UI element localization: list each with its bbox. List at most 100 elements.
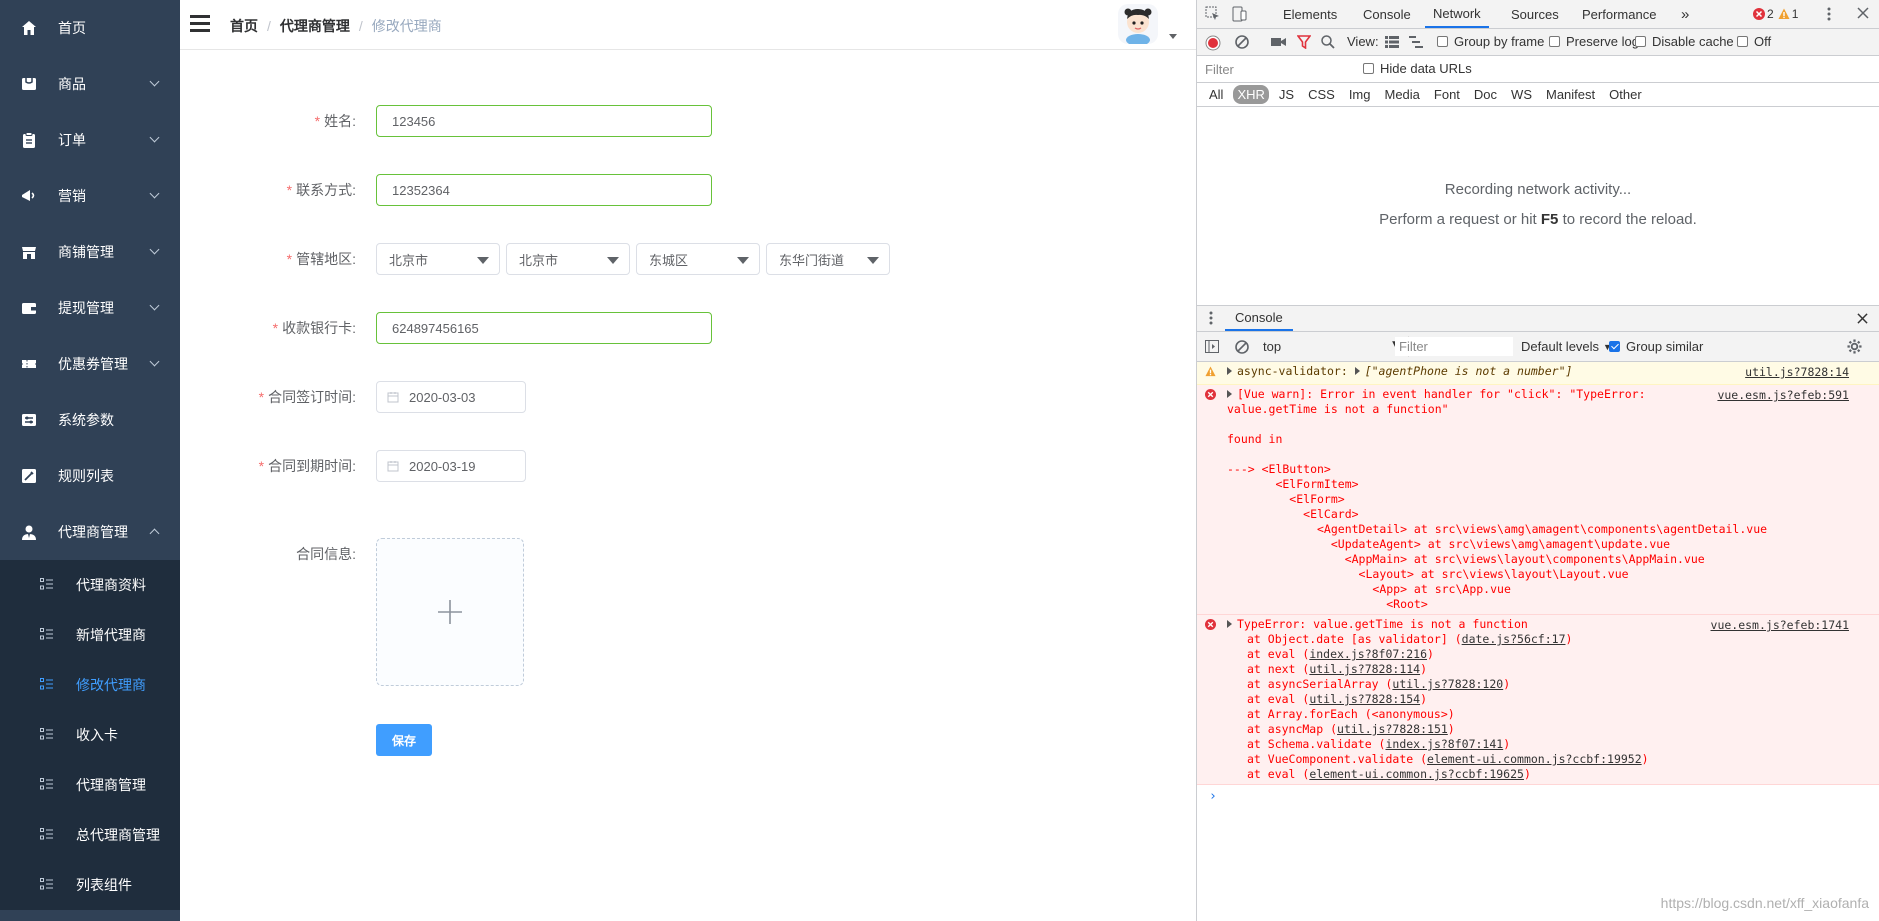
- console-warning-message[interactable]: async-validator: ["agentPhone is not a n…: [1197, 362, 1879, 385]
- submenu-item-1[interactable]: 新增代理商: [0, 610, 180, 660]
- sidebar-toggle-icon[interactable]: [1205, 340, 1219, 353]
- sidebar-item-1[interactable]: 商品: [0, 56, 180, 112]
- type-filter-img[interactable]: Img: [1345, 85, 1375, 104]
- tab-network[interactable]: Network: [1425, 0, 1489, 28]
- error-counter[interactable]: 2 1: [1753, 7, 1798, 21]
- close-drawer-icon[interactable]: [1857, 313, 1868, 324]
- search-icon[interactable]: [1321, 35, 1335, 49]
- name-input[interactable]: 123456: [376, 105, 712, 137]
- expand-triangle-icon[interactable]: [1227, 620, 1232, 628]
- type-filter-all[interactable]: All: [1205, 85, 1227, 104]
- tab-elements[interactable]: Elements: [1283, 0, 1337, 28]
- stack-frame-link[interactable]: element-ui.common.js?ccbf:19625: [1309, 767, 1524, 781]
- console-filter-input[interactable]: Filter: [1395, 337, 1513, 356]
- drawer-tab-console[interactable]: Console: [1225, 306, 1293, 331]
- filter-funnel-icon[interactable]: [1297, 35, 1311, 49]
- close-devtools-icon[interactable]: [1857, 7, 1869, 19]
- stack-frame-link[interactable]: util.js?7828:120: [1392, 677, 1503, 691]
- submenu-item-2[interactable]: 修改代理商: [0, 660, 180, 710]
- typeerror-source-link[interactable]: vue.esm.js?efeb:1741: [1711, 618, 1849, 633]
- stack-frame-link[interactable]: util.js?7828:154: [1309, 692, 1420, 706]
- network-filter-input[interactable]: Filter: [1201, 60, 1353, 78]
- type-filter-media[interactable]: Media: [1380, 85, 1423, 104]
- type-filter-ws[interactable]: WS: [1507, 85, 1536, 104]
- large-rows-icon[interactable]: [1385, 36, 1399, 48]
- expand-triangle-icon[interactable]: [1227, 390, 1232, 398]
- warning-source-link[interactable]: util.js?7828:14: [1745, 365, 1849, 380]
- expand-triangle-icon[interactable]: [1227, 367, 1232, 375]
- tab-sources[interactable]: Sources: [1511, 0, 1559, 28]
- type-filter-xhr[interactable]: XHR: [1233, 85, 1269, 104]
- city-select[interactable]: 北京市: [506, 243, 630, 275]
- submenu-item-5[interactable]: 总代理商管理: [0, 810, 180, 860]
- save-button[interactable]: 保存: [376, 724, 432, 756]
- submenu-item-3[interactable]: 收入卡: [0, 710, 180, 760]
- more-tabs-button[interactable]: »: [1681, 0, 1689, 28]
- devtools-panel: Elements Console Network Sources Perform…: [1196, 0, 1879, 921]
- network-empty-state: Recording network activity... Perform a …: [1197, 107, 1879, 305]
- console-error-typeerror[interactable]: TypeError: value.getTime is not a functi…: [1197, 615, 1879, 785]
- console-error-vue-warn[interactable]: [Vue warn]: Error in event handler for "…: [1197, 385, 1879, 615]
- stack-frame-link[interactable]: index.js?8f07:141: [1385, 737, 1503, 751]
- console-prompt[interactable]: ›: [1197, 785, 1879, 804]
- submenu-item-6[interactable]: 列表组件: [0, 860, 180, 910]
- clear-console-icon[interactable]: [1235, 340, 1249, 354]
- type-filter-other[interactable]: Other: [1605, 85, 1646, 104]
- street-select[interactable]: 东华门街道: [766, 243, 890, 275]
- preserve-log-checkbox[interactable]: Preserve log: [1549, 34, 1639, 49]
- sidebar-item-7[interactable]: 系统参数: [0, 392, 180, 448]
- bank-card-input[interactable]: 624897456165: [376, 312, 712, 344]
- stack-frame-link[interactable]: util.js?7828:151: [1337, 722, 1448, 736]
- tab-performance[interactable]: Performance: [1582, 0, 1656, 28]
- type-filter-manifest[interactable]: Manifest: [1542, 85, 1599, 104]
- user-avatar[interactable]: [1118, 4, 1158, 44]
- record-icon[interactable]: [1205, 35, 1221, 51]
- expire-date-picker[interactable]: 2020-03-19: [376, 450, 526, 482]
- sidebar-item-3[interactable]: 营销: [0, 168, 180, 224]
- type-filter-font[interactable]: Font: [1430, 85, 1464, 104]
- phone-input[interactable]: 12352364: [376, 174, 712, 206]
- console-settings-gear-icon[interactable]: [1847, 339, 1862, 354]
- context-select[interactable]: top ▼: [1259, 336, 1409, 357]
- province-select[interactable]: 北京市: [376, 243, 500, 275]
- type-filter-js[interactable]: JS: [1275, 85, 1298, 104]
- sign-date-picker[interactable]: 2020-03-03: [376, 381, 526, 413]
- sidebar-item-0[interactable]: 首页: [0, 0, 180, 56]
- sidebar-item-2[interactable]: 订单: [0, 112, 180, 168]
- kebab-menu-icon[interactable]: [1827, 6, 1831, 22]
- screenshot-icon[interactable]: [1271, 36, 1287, 48]
- breadcrumb-agent-management[interactable]: 代理商管理: [280, 16, 350, 36]
- sidebar-item-4[interactable]: 商铺管理: [0, 224, 180, 280]
- district-select[interactable]: 东城区: [636, 243, 760, 275]
- vue-warn-source-link[interactable]: vue.esm.js?efeb:591: [1717, 388, 1849, 403]
- sidebar-item-8[interactable]: 规则列表: [0, 448, 180, 504]
- stack-frame-link[interactable]: index.js?8f07:216: [1309, 647, 1427, 661]
- stack-frame-link[interactable]: element-ui.common.js?ccbf:19952: [1427, 752, 1642, 766]
- type-filter-css[interactable]: CSS: [1304, 85, 1339, 104]
- offline-checkbox[interactable]: Off: [1737, 34, 1771, 49]
- type-filter-doc[interactable]: Doc: [1470, 85, 1501, 104]
- sidebar-item-6[interactable]: 优惠券管理: [0, 336, 180, 392]
- expand-triangle-icon[interactable]: [1354, 367, 1360, 375]
- sidebar-item-5[interactable]: 提现管理: [0, 280, 180, 336]
- inspect-element-icon[interactable]: [1205, 6, 1221, 22]
- default-levels-select[interactable]: Default levels ▼: [1521, 339, 1612, 354]
- breadcrumb-home[interactable]: 首页: [230, 16, 258, 36]
- avatar-dropdown-icon[interactable]: [1169, 34, 1177, 39]
- submenu-item-4[interactable]: 代理商管理: [0, 760, 180, 810]
- clear-icon[interactable]: [1235, 35, 1249, 49]
- drawer-menu-icon[interactable]: [1209, 311, 1213, 325]
- disable-cache-checkbox[interactable]: Disable cache: [1635, 34, 1734, 49]
- stack-frame-link[interactable]: date.js?56cf:17: [1462, 632, 1566, 646]
- contract-upload[interactable]: [376, 538, 524, 686]
- sidebar-item-9[interactable]: 代理商管理: [0, 504, 180, 560]
- group-by-frame-checkbox[interactable]: Group by frame: [1437, 34, 1544, 49]
- hamburger-icon[interactable]: [190, 15, 210, 32]
- device-toolbar-icon[interactable]: [1231, 6, 1247, 22]
- group-similar-checkbox[interactable]: Group similar: [1609, 339, 1703, 354]
- tab-console[interactable]: Console: [1363, 0, 1411, 28]
- waterfall-icon[interactable]: [1409, 36, 1423, 48]
- submenu-item-0[interactable]: 代理商资料: [0, 560, 180, 610]
- stack-frame-link[interactable]: util.js?7828:114: [1309, 662, 1420, 676]
- hide-data-urls-checkbox[interactable]: Hide data URLs: [1363, 61, 1472, 76]
